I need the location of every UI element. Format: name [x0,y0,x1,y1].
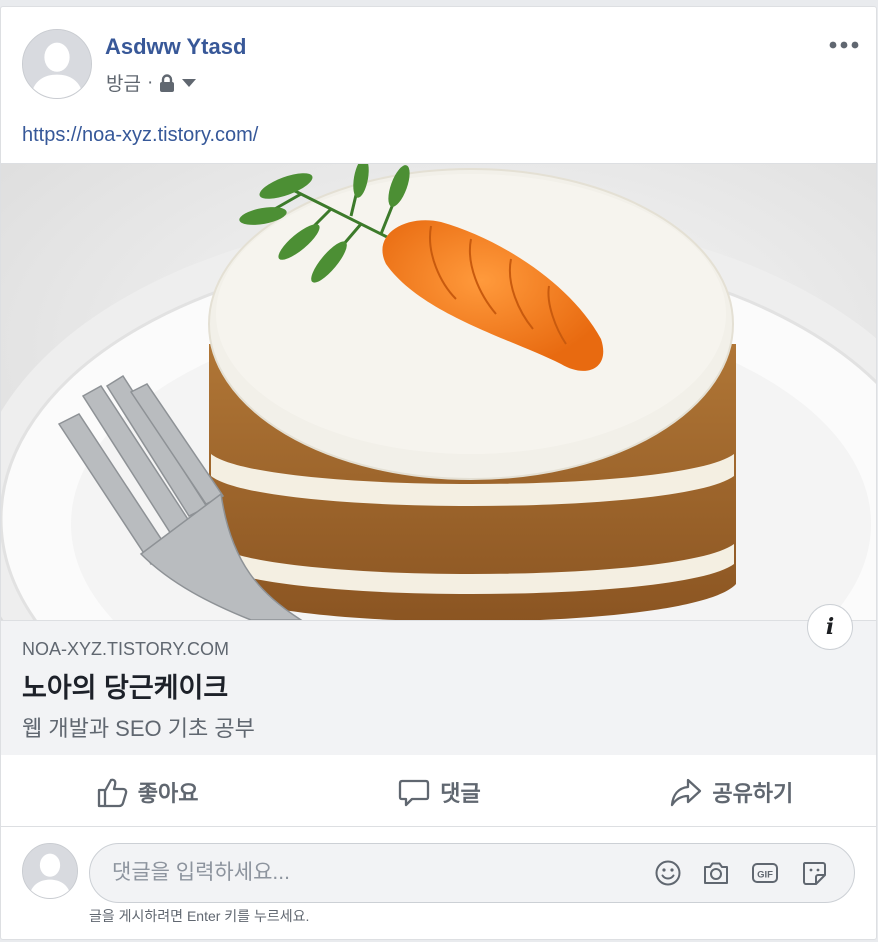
post-url-link[interactable]: https://noa-xyz.tistory.com/ [22,124,258,147]
like-button[interactable]: 좋아요 [1,757,293,826]
sticker-icon[interactable] [800,859,828,887]
commenter-avatar[interactable] [22,843,78,899]
post-meta: 방금 · [106,69,197,96]
author-avatar[interactable] [22,29,92,99]
default-profile-icon [23,844,77,898]
info-icon[interactable]: i [807,604,853,650]
more-options-icon[interactable] [828,35,860,55]
action-bar: 좋아요 댓글 공유하기 [1,757,876,827]
share-arrow-icon [671,778,702,806]
preview-info[interactable]: NOA-XYZ.TISTORY.COM 노아의 당근케이크 웹 개발과 SEO … [1,620,876,755]
comment-label: 댓글 [440,780,481,806]
thumbs-up-icon [97,778,128,807]
privacy-dropdown-icon[interactable] [181,78,197,88]
default-profile-icon [23,30,91,98]
preview-domain: NOA-XYZ.TISTORY.COM [22,639,230,659]
gif-icon[interactable]: GIF [751,859,779,887]
share-label: 공유하기 [712,780,794,806]
comment-box: GIF [89,843,855,903]
preview-image[interactable] [1,164,876,620]
like-label: 좋아요 [137,780,199,806]
emoji-icon[interactable] [654,859,682,887]
speech-bubble-icon [399,779,430,806]
lock-icon [160,73,175,92]
post-card: Asdww Ytasd 방금 · https://noa-xyz.tistory… [0,6,877,940]
post-timestamp[interactable]: 방금 [106,69,141,96]
meta-separator: · [146,71,154,93]
comment-button[interactable]: 댓글 [293,757,585,826]
comment-input[interactable] [112,844,632,902]
comment-hint: 글을 게시하려면 Enter 키를 누르세요. [89,908,310,924]
preview-title[interactable]: 노아의 당근케이크 [22,666,228,705]
link-preview[interactable]: NOA-XYZ.TISTORY.COM 노아의 당근케이크 웹 개발과 SEO … [1,163,876,755]
camera-icon[interactable] [702,859,730,887]
preview-description: 웹 개발과 SEO 기초 공부 [22,716,255,741]
share-button[interactable]: 공유하기 [586,757,876,826]
svg-text:GIF: GIF [757,870,773,881]
author-name[interactable]: Asdww Ytasd [105,34,246,60]
